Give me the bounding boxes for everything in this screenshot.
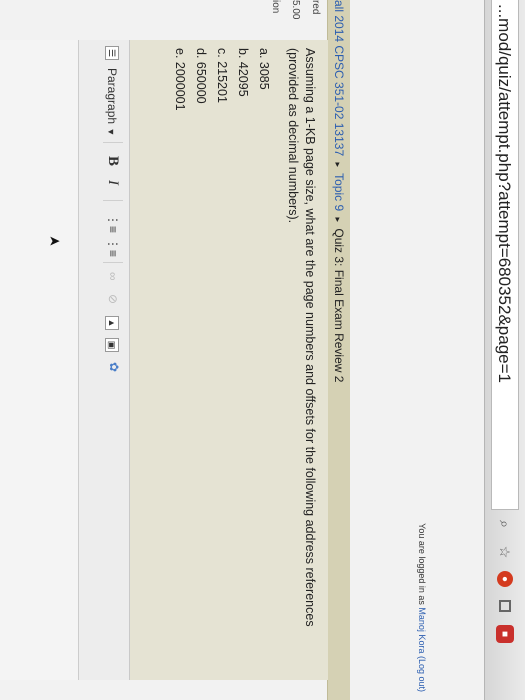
- breadcrumb: all 2014 CPSC 351-02 13137 ▸ Topic 9 ▸ Q…: [327, 0, 350, 700]
- editor-toolbar: ☰ Paragraph ▼ B I ⋮≡ ⋮≡ ∞ ⊘ ▲ ▣ ✿: [78, 40, 129, 680]
- adblock-icon[interactable]: ■: [496, 625, 514, 643]
- login-info: You are logged in as Manoj Kora (Log out…: [417, 523, 427, 692]
- star-icon[interactable]: ☆: [496, 543, 514, 561]
- question-status: red: [310, 0, 321, 15]
- answer-list: a. 3085 b. 42095 c. 215201 d. 650000 e. …: [169, 48, 274, 111]
- format-label: Paragraph: [105, 68, 119, 125]
- answer-editor[interactable]: ☰ Paragraph ▼ B I ⋮≡ ⋮≡ ∞ ⊘ ▲ ▣ ✿ ➤: [0, 40, 130, 680]
- bullet-list-icon[interactable]: ⋮≡: [106, 214, 120, 233]
- breadcrumb-quiz: Quiz 3: Final Exam Review 2: [332, 228, 346, 383]
- unlink-icon[interactable]: ⊘: [106, 294, 120, 304]
- breadcrumb-separator: ▸: [333, 162, 343, 167]
- media-icon[interactable]: ▣: [105, 338, 119, 352]
- toolbar-divider: [103, 262, 123, 263]
- login-prefix: You are logged in as: [417, 523, 427, 605]
- breadcrumb-topic[interactable]: Topic 9: [332, 173, 346, 211]
- chevron-down-icon: ▼: [106, 127, 116, 137]
- spellcheck-icon[interactable]: ✿: [107, 362, 121, 372]
- window-icon[interactable]: [496, 597, 514, 615]
- extension-icon[interactable]: ●: [497, 571, 513, 587]
- answer-item: e. 2000001: [173, 48, 187, 111]
- user-link[interactable]: Manoj Kora: [417, 607, 427, 653]
- toolbar-icons: ⌕ ☆ ● ■: [493, 515, 517, 643]
- breadcrumb-separator: ▸: [333, 217, 343, 223]
- toolbar-divider: [103, 142, 123, 143]
- question-info-sidebar: red 5.00 ion: [265, 0, 325, 26]
- search-icon[interactable]: ⌕: [496, 515, 514, 533]
- answer-item: a. 3085: [257, 48, 271, 90]
- image-icon[interactable]: ▲: [105, 316, 119, 330]
- question-text: Assuming a 1-KB page size, what are the …: [286, 48, 317, 627]
- logout-link[interactable]: (Log out): [417, 656, 427, 692]
- answer-item: b. 42095: [236, 48, 250, 97]
- breadcrumb-course[interactable]: all 2014 CPSC 351-02 13137: [332, 0, 346, 156]
- answer-item: c. 215201: [215, 48, 229, 103]
- link-icon[interactable]: ∞: [106, 272, 120, 281]
- flag-question[interactable]: ion: [265, 0, 285, 26]
- answer-item: d. 650000: [194, 48, 208, 104]
- question-box: Assuming a 1-KB page size, what are the …: [128, 40, 328, 680]
- mouse-cursor-icon: ➤: [48, 232, 61, 249]
- toolbar-toggle-icon[interactable]: ☰: [105, 46, 119, 60]
- numbered-list-icon[interactable]: ⋮≡: [106, 238, 120, 257]
- browser-toolbar: ...mod/quiz/attempt.php?attempt=680352&p…: [484, 0, 525, 700]
- address-bar[interactable]: ...mod/quiz/attempt.php?attempt=680352&p…: [491, 0, 519, 510]
- question-marks: 5.00: [290, 0, 301, 20]
- toolbar-divider: [103, 200, 123, 201]
- format-select[interactable]: Paragraph ▼: [105, 68, 119, 136]
- rotated-browser-window: ...mod/quiz/attempt.php?attempt=680352&p…: [0, 0, 525, 700]
- bold-button[interactable]: B: [104, 156, 121, 166]
- italic-button[interactable]: I: [104, 180, 121, 185]
